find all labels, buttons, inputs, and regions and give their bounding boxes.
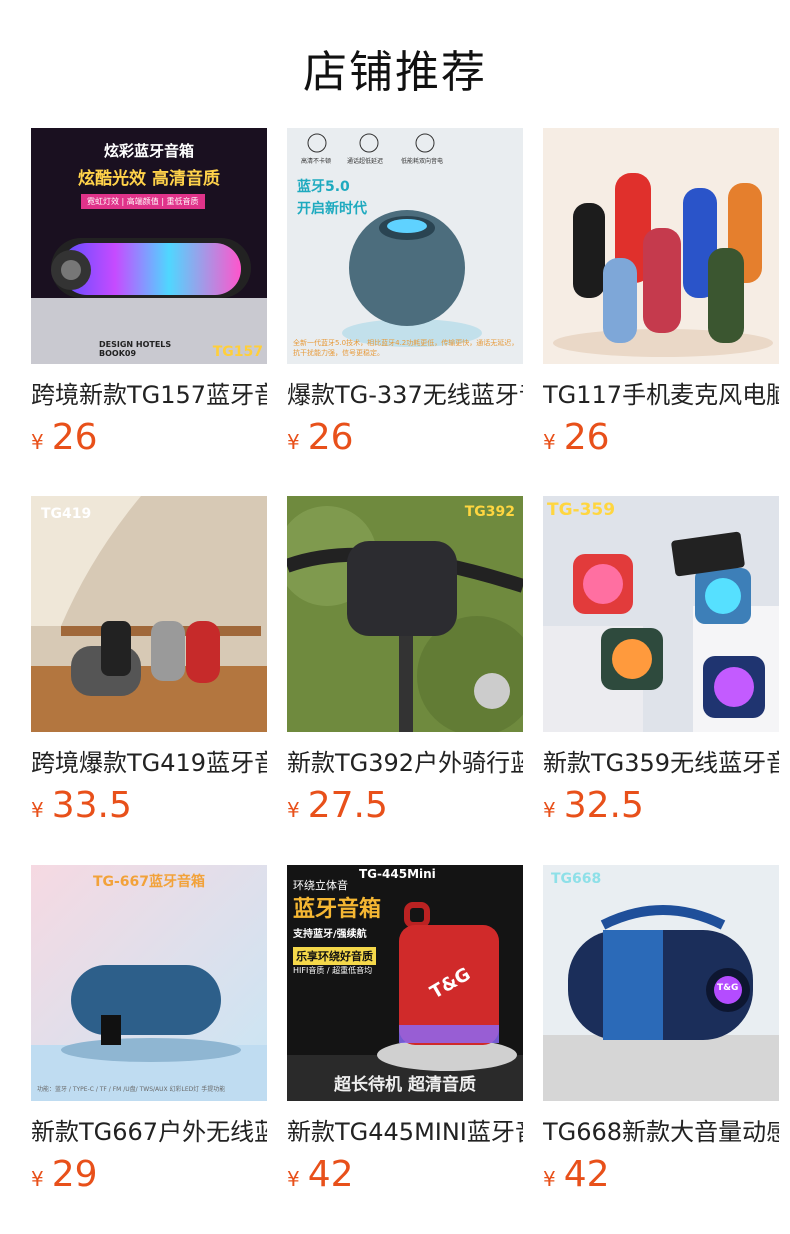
currency-symbol: ¥: [287, 430, 300, 454]
product-image[interactable]: TG392: [287, 496, 523, 732]
product-name[interactable]: 新款TG445MINI蓝牙音箱: [287, 1117, 523, 1147]
product-price: ¥ 42: [543, 1155, 779, 1195]
image-caption: 开启新时代: [297, 201, 367, 217]
model-tag: TG-445Mini: [359, 867, 436, 881]
product-card[interactable]: TG668 T&G TG668新款大音量动感蓝牙音箱 ¥ 42: [543, 865, 779, 1195]
product-price: ¥ 26: [287, 418, 523, 458]
page-title: 店铺推荐: [303, 47, 487, 98]
product-image[interactable]: TG419: [31, 496, 267, 732]
product-name[interactable]: 新款TG359无线蓝牙音箱: [543, 748, 779, 778]
currency-symbol: ¥: [287, 798, 300, 822]
currency-symbol: ¥: [543, 430, 556, 454]
product-price: ¥ 29: [31, 1155, 267, 1195]
product-image[interactable]: TG-667蓝牙音箱 功能：蓝牙 / TYPE-C / TF / FM /U盘/…: [31, 865, 267, 1101]
product-image[interactable]: TG-359: [543, 496, 779, 732]
model-tag: TG668: [551, 871, 602, 887]
image-caption: 支持蓝牙/强续航: [293, 929, 367, 940]
image-caption: 蓝牙音箱: [293, 897, 382, 922]
feature-label: 高清不卡顿: [301, 158, 332, 165]
product-price: ¥ 32.5: [543, 786, 779, 826]
image-caption: 超长待机 超清音质: [334, 1075, 476, 1095]
product-card[interactable]: TG-667蓝牙音箱 功能：蓝牙 / TYPE-C / TF / FM /U盘/…: [31, 865, 267, 1195]
image-caption: 蓝牙5.0: [297, 179, 350, 195]
feature-label: 通话超低延迟: [347, 158, 384, 165]
product-name[interactable]: TG668新款大音量动感蓝牙音箱: [543, 1117, 779, 1147]
price-value: 29: [51, 1154, 98, 1195]
price-value: 26: [307, 417, 354, 458]
product-name[interactable]: TG117手机麦克风电脑音箱: [543, 380, 779, 410]
currency-symbol: ¥: [31, 798, 44, 822]
product-card[interactable]: TG-359 新款TG359无线蓝牙音箱 ¥ 32.5: [543, 496, 779, 826]
image-caption: 全新一代蓝牙5.0技术，相比蓝牙4.2功耗更低，传输更快，通话无延迟，抗干扰能力…: [293, 339, 519, 357]
product-name[interactable]: 爆款TG-337无线蓝牙音箱: [287, 380, 523, 410]
currency-symbol: ¥: [543, 1167, 556, 1191]
product-name[interactable]: 跨境新款TG157蓝牙音箱: [31, 380, 267, 410]
product-name[interactable]: 新款TG392户外骑行蓝牙音箱: [287, 748, 523, 778]
model-tag: TG157: [212, 344, 263, 360]
image-caption: DESIGN HOTELS BOOK09: [99, 340, 172, 358]
product-image[interactable]: 炫彩蓝牙音箱 炫酷光效 高清音质 霓虹灯效 | 高端颜值 | 重低音质 TG15…: [31, 128, 267, 364]
product-price: ¥ 27.5: [287, 786, 523, 826]
product-image[interactable]: TG-445Mini 环绕立体音 蓝牙音箱 支持蓝牙/强续航 乐享环绕好音质 H…: [287, 865, 523, 1101]
image-caption: HIFI音质 / 超重低音均: [293, 966, 373, 975]
image-caption: 功能：蓝牙 / TYPE-C / TF / FM /U盘/ TWS/AUX 幻彩…: [37, 1086, 226, 1093]
product-card[interactable]: TG-445Mini 环绕立体音 蓝牙音箱 支持蓝牙/强续航 乐享环绕好音质 H…: [287, 865, 523, 1195]
price-value: 33.5: [51, 785, 132, 826]
product-image[interactable]: 高清不卡顿 通话超低延迟 低能耗双向音电 蓝牙5.0 开启新时代 全新一代蓝牙5…: [287, 128, 523, 364]
product-price: ¥ 26: [31, 418, 267, 458]
product-card[interactable]: 炫彩蓝牙音箱 炫酷光效 高清音质 霓虹灯效 | 高端颜值 | 重低音质 TG15…: [31, 128, 267, 458]
currency-symbol: ¥: [31, 1167, 44, 1191]
model-tag: TG419: [41, 506, 92, 522]
image-caption: 乐享环绕好音质: [293, 947, 376, 965]
model-tag: TG-359: [547, 500, 616, 520]
price-value: 26: [51, 417, 98, 458]
price-value: 42: [563, 1154, 610, 1195]
image-caption: 霓虹灯效 | 高端颜值 | 重低音质: [81, 194, 205, 209]
product-price: ¥ 33.5: [31, 786, 267, 826]
product-card[interactable]: 高清不卡顿 通话超低延迟 低能耗双向音电 蓝牙5.0 开启新时代 全新一代蓝牙5…: [287, 128, 523, 458]
product-image[interactable]: TG668 T&G: [543, 865, 779, 1101]
brand-logo: T&G: [717, 983, 739, 993]
model-tag: TG-667蓝牙音箱: [92, 874, 206, 890]
product-price: ¥ 42: [287, 1155, 523, 1195]
currency-symbol: ¥: [287, 1167, 300, 1191]
price-value: 27.5: [307, 785, 388, 826]
product-name[interactable]: 跨境爆款TG419蓝牙音箱: [31, 748, 267, 778]
price-value: 32.5: [563, 785, 644, 826]
product-name[interactable]: 新款TG667户外无线蓝牙音箱: [31, 1117, 267, 1147]
model-tag: TG392: [464, 504, 515, 520]
product-card[interactable]: TG117手机麦克风电脑音箱 ¥ 26: [543, 128, 779, 458]
product-card[interactable]: TG419 跨境爆款TG419蓝牙音箱 ¥ 33.5: [31, 496, 267, 826]
product-image[interactable]: [543, 128, 779, 364]
feature-label: 低能耗双向音电: [401, 158, 444, 165]
image-caption: 炫彩蓝牙音箱: [103, 142, 194, 160]
product-price: ¥ 26: [543, 418, 779, 458]
currency-symbol: ¥: [543, 798, 556, 822]
price-value: 26: [563, 417, 610, 458]
price-value: 42: [307, 1154, 354, 1195]
currency-symbol: ¥: [31, 430, 44, 454]
product-card[interactable]: TG392 新款TG392户外骑行蓝牙音箱 ¥ 27.5: [287, 496, 523, 826]
image-caption: 炫酷光效 高清音质: [78, 169, 220, 189]
